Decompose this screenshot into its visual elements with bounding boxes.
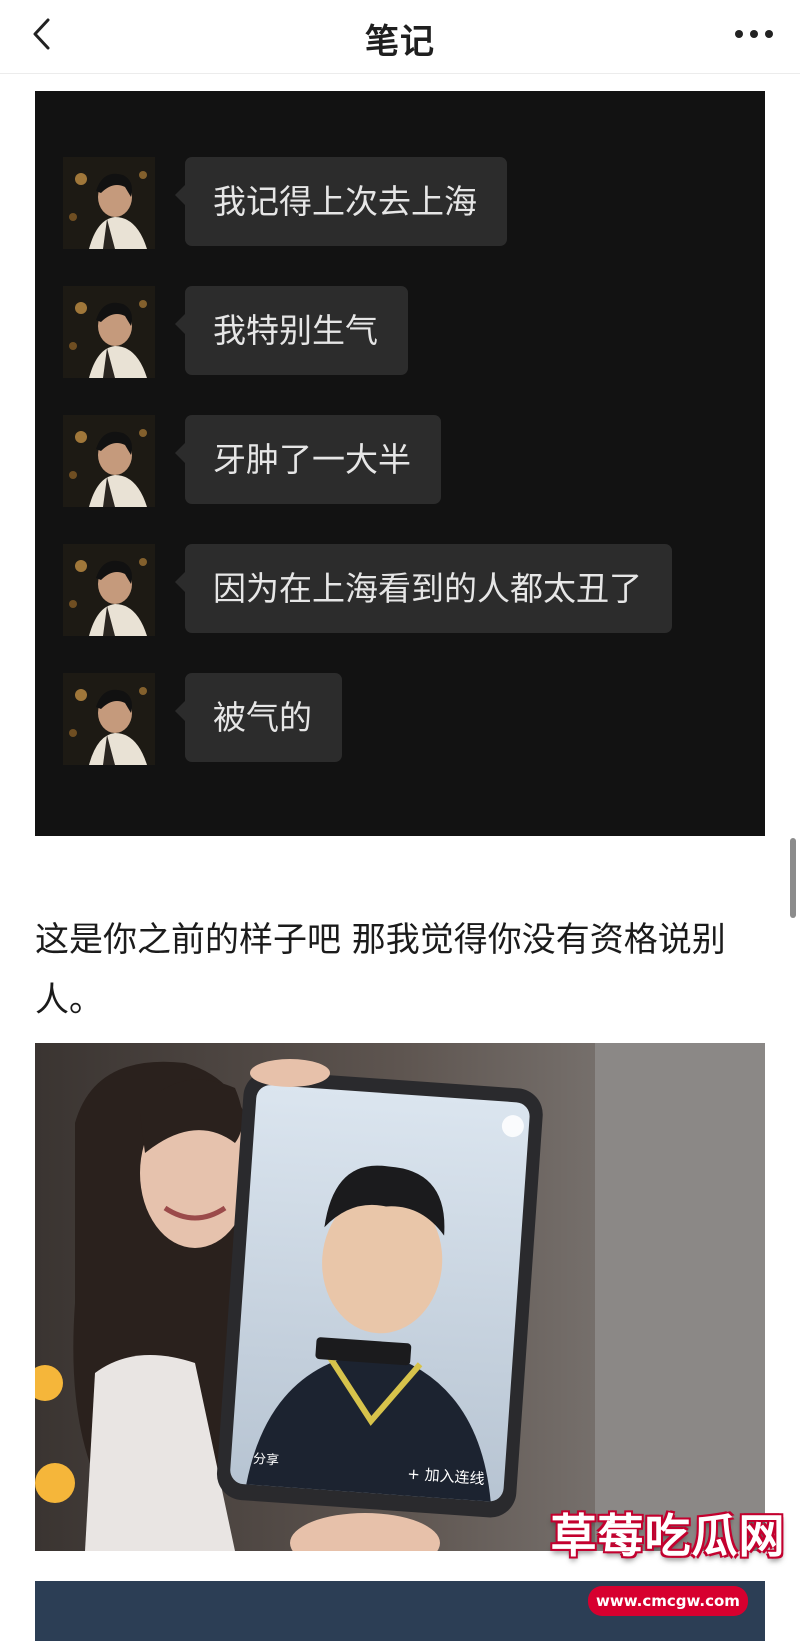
message-bubble: 牙肿了一大半 bbox=[175, 415, 441, 504]
avatar bbox=[63, 673, 155, 765]
message-bubble: 我特别生气 bbox=[175, 286, 408, 375]
site-watermark: 草莓吃瓜网 www.cmcgw.com bbox=[548, 1500, 788, 1630]
avatar bbox=[63, 415, 155, 507]
avatar bbox=[63, 157, 155, 249]
message-bubble: 我记得上次去上海 bbox=[175, 157, 507, 246]
avatar bbox=[63, 544, 155, 636]
avatar bbox=[63, 286, 155, 378]
chat-message: 我记得上次去上海 bbox=[63, 157, 507, 249]
chat-message: 牙肿了一大半 bbox=[63, 415, 441, 507]
chat-screenshot-image[interactable]: 我记得上次去上海 我特别生气 牙肿了一大半 因为在上海看到的人都太丑了 被气的 bbox=[35, 91, 765, 836]
phone-bottom-label: 分享 bbox=[253, 1451, 280, 1469]
note-caption: 这是你之前的样子吧 那我觉得你没有资格说别人。 bbox=[35, 920, 726, 1020]
watermark-url: www.cmcgw.com bbox=[588, 1586, 748, 1616]
chat-message: 被气的 bbox=[63, 673, 342, 765]
watermark-title: 草莓吃瓜网 bbox=[550, 1509, 786, 1563]
photo-illustration: + 加入连线 分享 bbox=[35, 1043, 765, 1551]
scrollbar[interactable] bbox=[790, 838, 796, 918]
more-icon bbox=[735, 30, 773, 38]
message-bubble: 因为在上海看到的人都太丑了 bbox=[175, 544, 672, 633]
chat-message: 因为在上海看到的人都太丑了 bbox=[63, 544, 672, 636]
note-photo[interactable]: + 加入连线 分享 bbox=[35, 1043, 765, 1551]
chat-message: 我特别生气 bbox=[63, 286, 408, 378]
more-options-button[interactable] bbox=[730, 16, 778, 52]
message-bubble: 被气的 bbox=[175, 673, 342, 762]
top-nav-bar: 笔记 bbox=[0, 0, 800, 74]
page-title: 笔记 bbox=[365, 22, 435, 62]
